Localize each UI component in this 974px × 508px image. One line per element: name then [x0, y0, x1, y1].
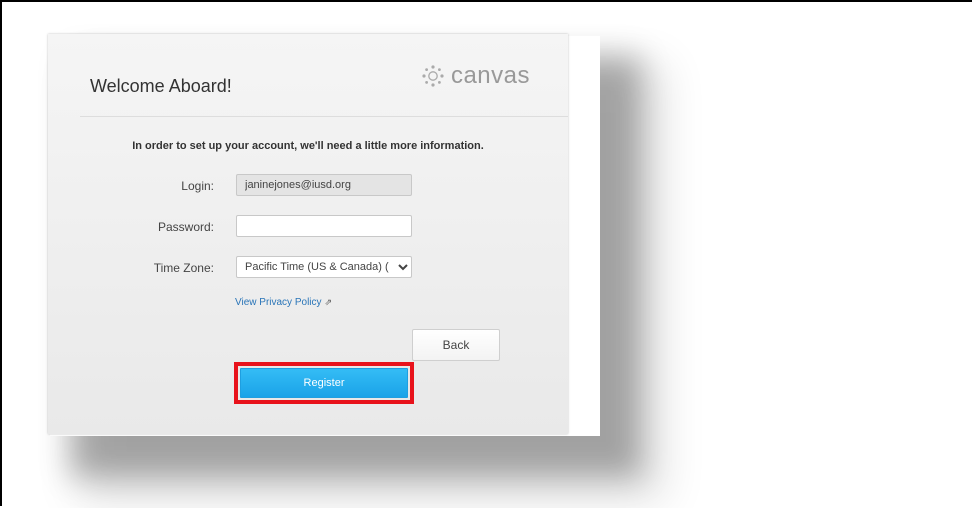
login-field [236, 174, 412, 196]
canvas-logo-icon [422, 65, 444, 87]
canvas-logo: canvas [421, 62, 530, 90]
privacy-policy-link[interactable]: View Privacy Policy ⇗ [235, 297, 332, 308]
register-highlight: Register [234, 362, 414, 404]
brand-name: canvas [450, 62, 530, 89]
header-divider [80, 116, 568, 117]
privacy-policy-label: View Privacy Policy [235, 297, 322, 308]
password-field[interactable] [236, 215, 412, 237]
back-button[interactable]: Back [412, 329, 500, 361]
intro-text: In order to set up your account, we'll n… [132, 140, 484, 152]
external-link-icon: ⇗ [324, 297, 333, 307]
password-label: Password: [157, 220, 214, 234]
login-label: Login: [181, 179, 214, 193]
timezone-label: Time Zone: [153, 261, 214, 275]
page-title: Welcome Aboard! [90, 76, 232, 96]
timezone-select[interactable]: Pacific Time (US & Canada) ( [236, 256, 412, 278]
registration-card: Welcome Aboard! canvas In order to set u… [48, 34, 568, 434]
register-button[interactable]: Register [240, 368, 408, 398]
